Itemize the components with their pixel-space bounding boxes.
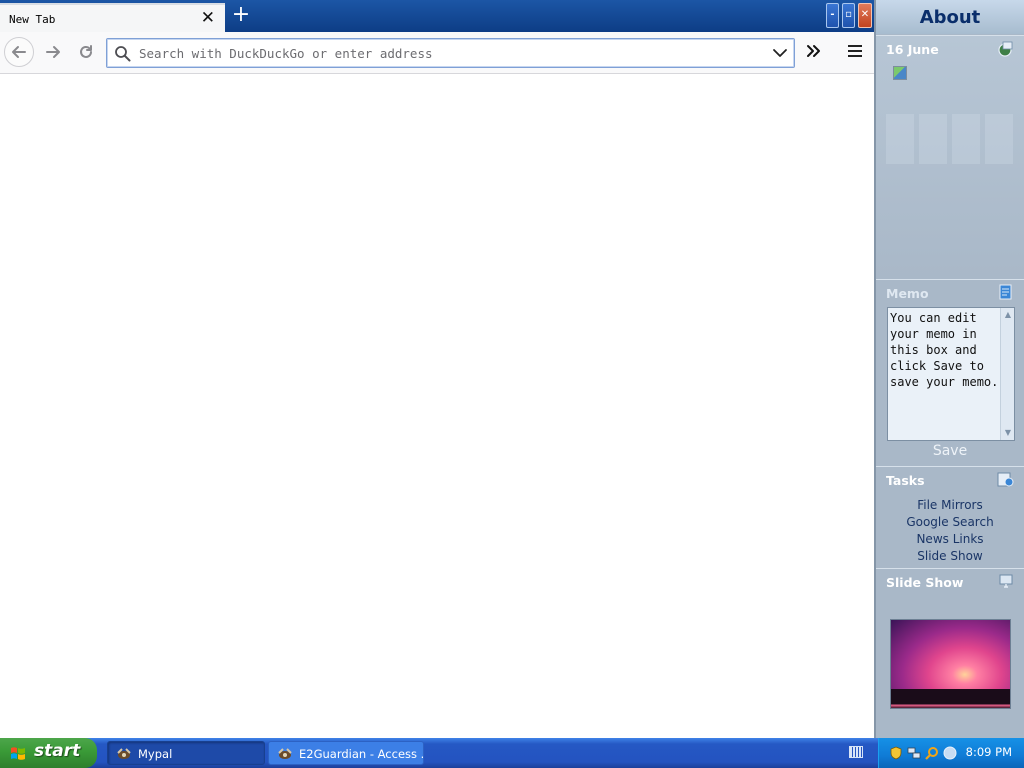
taskbar-button-label: Mypal xyxy=(138,747,173,761)
memo-section: Memo You can edit your memo in this box … xyxy=(876,279,1024,465)
page-content xyxy=(0,74,874,738)
network-icon[interactable] xyxy=(907,746,921,760)
clock: 8:09 PM xyxy=(965,745,1012,759)
reload-button[interactable] xyxy=(71,37,101,67)
close-window-button[interactable]: ✕ xyxy=(858,3,872,28)
reload-icon xyxy=(80,45,92,58)
broken-image-icon xyxy=(893,66,907,80)
address-bar xyxy=(106,38,795,68)
tasks-icon[interactable] xyxy=(997,471,1014,488)
task-link-slide-show[interactable]: Slide Show xyxy=(876,549,1024,563)
overflow-menu-button[interactable] xyxy=(806,43,822,63)
address-input[interactable] xyxy=(139,44,759,63)
tab-new-tab[interactable]: New Tab ✕ xyxy=(0,3,225,32)
tab-close-icon[interactable]: ✕ xyxy=(201,8,215,28)
slideshow-section: Slide Show xyxy=(876,568,1024,738)
hamburger-menu-icon[interactable] xyxy=(846,42,864,62)
memo-box: You can edit your memo in this box and c… xyxy=(887,307,1015,441)
tasks-heading: Tasks xyxy=(886,473,925,488)
calendar-section: 16 June xyxy=(876,35,1024,278)
search-icon xyxy=(115,46,131,62)
tasks-section: Tasks File Mirrors Google Search News Li… xyxy=(876,466,1024,567)
scroll-up-icon[interactable]: ▲ xyxy=(1003,310,1013,320)
windows-logo-icon xyxy=(11,747,25,760)
task-link-google-search[interactable]: Google Search xyxy=(876,515,1024,529)
scroll-down-icon[interactable]: ▼ xyxy=(1003,428,1013,438)
slideshow-heading: Slide Show xyxy=(886,575,964,590)
tab-strip: New Tab ✕ + - ▫ ✕ xyxy=(0,0,874,32)
start-button[interactable]: start xyxy=(0,738,97,768)
memo-scrollbar[interactable]: ▲ ▼ xyxy=(1000,308,1014,440)
taskbar-button-mypal[interactable]: Mypal xyxy=(107,741,265,765)
keyboard-icon[interactable] xyxy=(849,746,863,758)
memo-icon[interactable] xyxy=(998,284,1014,300)
taskbar: start Mypal E2Guardian - Access ... 8:09… xyxy=(0,738,1024,768)
mypal-app-icon xyxy=(117,748,131,759)
calendar-date: 16 June xyxy=(886,42,939,57)
monitor-icon[interactable] xyxy=(998,573,1014,589)
sidebar-title: About xyxy=(919,7,981,28)
chevron-down-icon[interactable] xyxy=(772,46,788,60)
memo-heading: Memo xyxy=(886,286,929,301)
sunset-photo[interactable] xyxy=(890,619,1011,709)
task-link-file-mirrors[interactable]: File Mirrors xyxy=(876,498,1024,512)
start-label: start xyxy=(34,741,81,761)
navigation-toolbar xyxy=(0,32,874,74)
restore-button[interactable]: ▫ xyxy=(842,3,855,28)
browser-window: New Tab ✕ + - ▫ ✕ xyxy=(0,0,874,738)
double-chevron-icon xyxy=(807,45,820,57)
taskbar-button-e2guardian[interactable]: E2Guardian - Access ... xyxy=(268,741,424,765)
taskbar-button-label: E2Guardian - Access ... xyxy=(299,747,424,761)
system-tray: 8:09 PM xyxy=(878,738,1024,768)
back-arrow-icon xyxy=(12,46,26,58)
task-link-news-links[interactable]: News Links xyxy=(876,532,1024,546)
memo-textarea[interactable]: You can edit your memo in this box and c… xyxy=(890,310,1000,438)
forward-button[interactable] xyxy=(38,37,68,67)
calendar-icon[interactable] xyxy=(996,40,1014,58)
forward-arrow-icon xyxy=(46,46,60,58)
minimize-button[interactable]: - xyxy=(826,3,839,28)
security-shield-icon[interactable] xyxy=(889,746,903,760)
search-tray-icon[interactable] xyxy=(925,746,939,760)
back-button[interactable] xyxy=(4,37,34,67)
mypal-app-icon xyxy=(278,748,292,759)
sidebar-header[interactable]: About xyxy=(876,0,1024,34)
tab-title: New Tab xyxy=(9,13,56,26)
calendar-grid xyxy=(886,114,1016,164)
globe-icon[interactable] xyxy=(943,746,957,760)
new-tab-button[interactable]: + xyxy=(230,4,252,26)
desktop-sidebar: About 16 June Memo You can edit your mem… xyxy=(874,0,1024,738)
memo-save-button[interactable]: Save xyxy=(876,443,1024,459)
